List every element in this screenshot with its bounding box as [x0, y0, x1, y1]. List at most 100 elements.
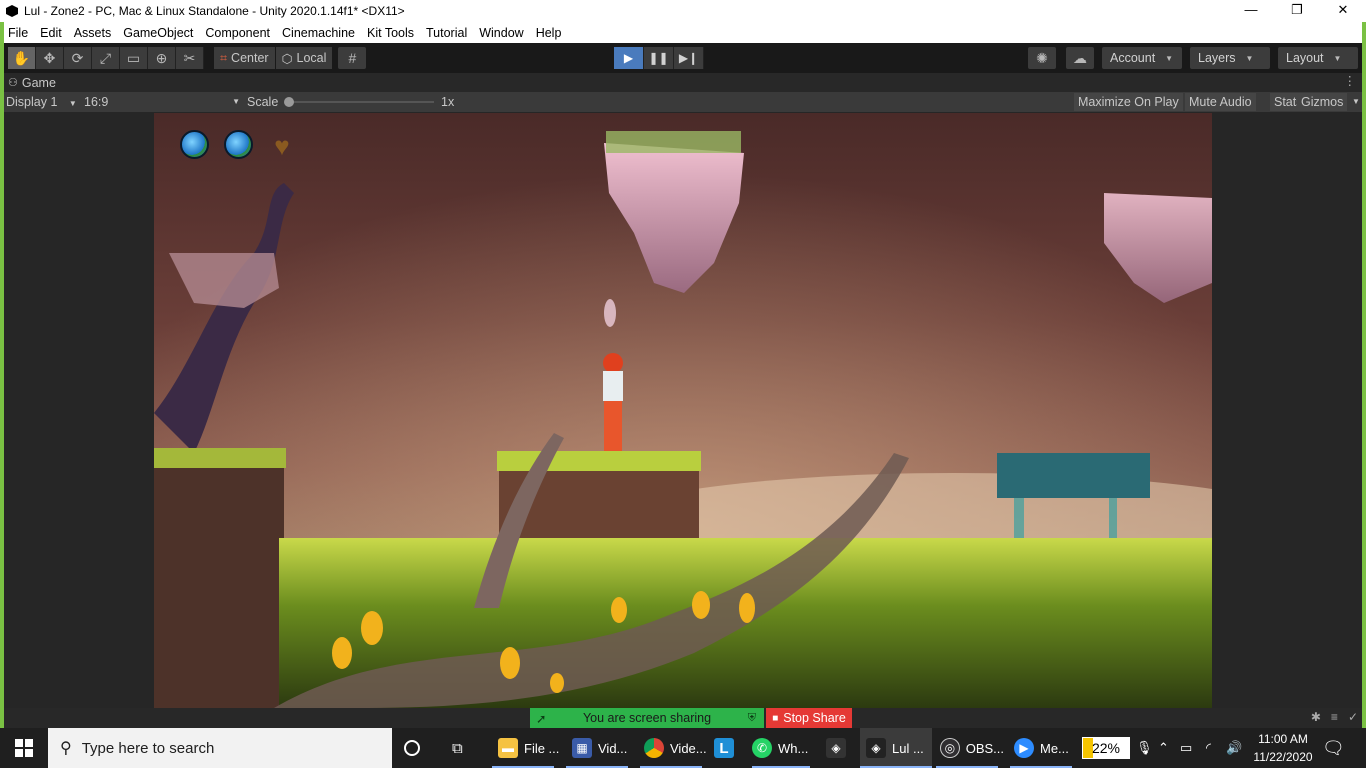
step-button[interactable]: ▶❙	[674, 47, 704, 69]
menu-window[interactable]: Window	[475, 26, 527, 40]
app-label: Vide...	[670, 740, 707, 756]
menu-cinemachine[interactable]: Cinemachine	[278, 26, 359, 40]
tab-menu-icon[interactable]: ⋮	[1344, 73, 1357, 88]
account-dropdown[interactable]: Account ▼	[1102, 47, 1182, 69]
left-cliff-grass	[154, 448, 286, 468]
display-dropdown[interactable]: Display 1 ▼	[6, 92, 77, 112]
app-label: OBS...	[965, 740, 1004, 756]
clock-time: 11:00 AM	[1258, 732, 1308, 746]
search-icon: ⚲	[60, 740, 72, 757]
taskbar-app-unity-hub[interactable]: ◈	[826, 728, 852, 768]
life-globe-icon	[224, 130, 253, 159]
floating-rock-moss	[606, 131, 741, 153]
l-app-icon: L	[714, 738, 734, 758]
menu-help[interactable]: Help	[532, 26, 566, 40]
game-tab-header: ⚇ Game ⋮	[4, 73, 1362, 92]
rotate-tool-icon[interactable]: ⟳	[64, 47, 92, 69]
taskbar-app-l[interactable]: L	[714, 728, 740, 768]
display-label: Display 1	[6, 95, 58, 109]
unity-icon: ◈	[866, 738, 886, 758]
hand-tool-icon[interactable]: ✋	[8, 47, 36, 69]
cloud-icon[interactable]: ☁	[1066, 47, 1094, 69]
pause-button[interactable]: ❚❚	[644, 47, 674, 69]
check-circle-icon[interactable]: ✓	[1348, 710, 1358, 724]
cortana-button[interactable]	[404, 728, 428, 768]
layers-stack-icon[interactable]: ≡	[1331, 710, 1338, 724]
menu-kit-tools[interactable]: Kit Tools	[363, 26, 418, 40]
menu-gameobject[interactable]: GameObject	[119, 26, 197, 40]
transform-tool-icon[interactable]: ⊕	[148, 47, 176, 69]
pivot-center-button[interactable]: ⌗ Center	[214, 47, 275, 69]
debug-icon[interactable]: ✱	[1311, 710, 1321, 724]
layout-dropdown[interactable]: Layout ▼	[1278, 47, 1358, 69]
maximize-on-play-button[interactable]: Maximize On Play	[1074, 93, 1183, 111]
scale-value: 1x	[441, 95, 455, 109]
battery-indicator[interactable]: 22%	[1082, 737, 1130, 759]
app-label: Me...	[1040, 740, 1069, 756]
pivot-local-button[interactable]: ⬡ Local	[275, 47, 333, 69]
taskbar-app-meeting[interactable]: ▶ Me...	[1010, 728, 1078, 768]
space-label: Local	[296, 51, 327, 65]
app-label: File ...	[524, 740, 560, 756]
menu-file[interactable]: File	[4, 26, 32, 40]
move-tool-icon[interactable]: ✥	[36, 47, 64, 69]
notifications-icon[interactable]: 🗨	[1322, 728, 1345, 768]
share-arrow-icon: ➚	[536, 711, 547, 726]
heart-icon: ♥	[274, 131, 290, 161]
layers-dropdown[interactable]: Layers ▼	[1190, 47, 1270, 69]
taskbar-app-unity-editor[interactable]: ◈ Lul ...	[860, 728, 932, 768]
app-label: Lul ...	[892, 740, 924, 756]
custom-tool-icon[interactable]: ✂	[176, 47, 204, 69]
task-view-button[interactable]: ⧉	[452, 728, 476, 768]
screen-share-indicator[interactable]: ➚ You are screen sharing ⛨	[530, 708, 764, 728]
life-globe-icon	[180, 130, 209, 159]
close-button[interactable]: ✕	[1320, 0, 1366, 22]
scale-slider-track[interactable]	[288, 101, 434, 103]
mute-audio-button[interactable]: Mute Audio	[1185, 93, 1256, 111]
battery-charging-icon[interactable]: ▭	[1180, 728, 1192, 768]
obs-icon: ◎	[940, 738, 960, 758]
taskbar-search[interactable]: ⚲ Type here to search	[48, 728, 392, 768]
taskbar-app-file-explorer[interactable]: ▬ File ...	[492, 728, 562, 768]
chevron-up-icon[interactable]: ⌃	[1158, 728, 1169, 768]
video-camera-icon: ▶	[1014, 738, 1034, 758]
rect-tool-icon[interactable]: ▭	[120, 47, 148, 69]
system-clock[interactable]: 11:00 AM 11/22/2020	[1248, 730, 1318, 766]
pivot-icon: ⌗	[220, 50, 228, 65]
window-controls: — ❐ ✕	[1228, 0, 1366, 22]
volume-icon[interactable]: 🔊	[1226, 728, 1242, 768]
view-status-icons: ✱ ≡ ✓	[1311, 710, 1358, 724]
menu-component[interactable]: Component	[201, 26, 274, 40]
scale-slider-handle[interactable]	[284, 97, 294, 107]
aspect-dropdown[interactable]: 16:9 ▼	[84, 92, 240, 112]
stop-share-button[interactable]: ■ Stop Share	[766, 708, 852, 728]
menu-edit[interactable]: Edit	[36, 26, 66, 40]
minimize-button[interactable]: —	[1228, 0, 1274, 22]
services-icon[interactable]: ✺	[1028, 47, 1056, 69]
menu-assets[interactable]: Assets	[70, 26, 116, 40]
taskbar-app-obs[interactable]: ◎ OBS...	[936, 728, 1004, 768]
start-button[interactable]	[0, 728, 48, 768]
game-scene[interactable]: ♥	[154, 113, 1212, 708]
restore-button[interactable]: ❐	[1274, 0, 1320, 22]
chevron-down-icon: ▼	[1245, 53, 1254, 63]
microphone-icon[interactable]: 🎙	[1136, 728, 1153, 768]
menu-tutorial[interactable]: Tutorial	[422, 26, 471, 40]
windows-logo-icon	[15, 739, 33, 757]
game-tab[interactable]: Game	[22, 76, 56, 90]
menu-bar: File Edit Assets GameObject Component Ci…	[4, 22, 1362, 43]
scale-label: Scale	[247, 95, 279, 109]
scale-tool-icon[interactable]: ⤢	[92, 47, 120, 69]
chevron-down-icon[interactable]: ▼	[1352, 92, 1360, 112]
grid-snap-icon[interactable]: #	[338, 47, 367, 69]
app-label: Vid...	[598, 740, 628, 756]
player-character	[603, 353, 623, 451]
taskbar-app-chrome[interactable]: Vide...	[640, 728, 710, 768]
taskbar-app-video[interactable]: ▦ Vid...	[566, 728, 636, 768]
taskbar-app-whatsapp[interactable]: ✆ Wh...	[752, 728, 816, 768]
gizmos-button[interactable]: Gizmos	[1297, 93, 1348, 111]
gamepad-icon: ⚇	[8, 77, 18, 89]
wifi-icon[interactable]: ◜	[1206, 728, 1211, 768]
play-button[interactable]: ▶	[614, 47, 644, 69]
title-bar: Lul - Zone2 - PC, Mac & Linux Standalone…	[0, 0, 1366, 22]
